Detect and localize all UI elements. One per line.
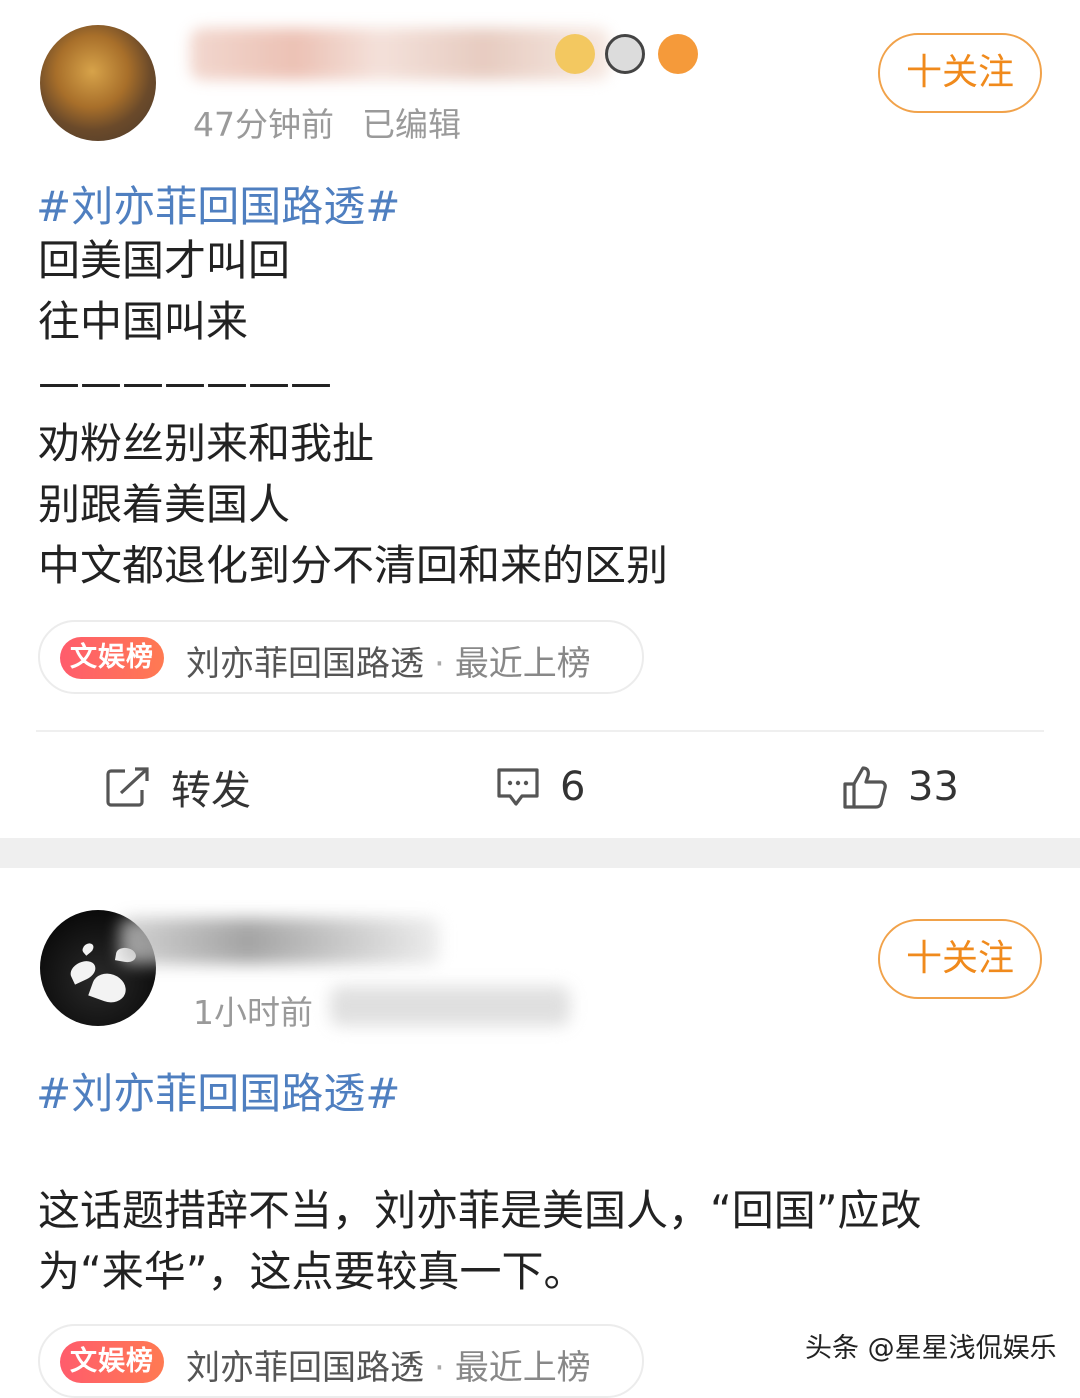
body-line: 往中国叫来 (38, 297, 249, 346)
repost-icon (106, 767, 149, 807)
like-button[interactable]: 33 (842, 762, 959, 812)
username-blurred[interactable] (120, 918, 440, 964)
panda-icon (605, 34, 645, 74)
post-body: 这话题措辞不当，刘亦菲是美国人，“回国”应改 为“来华”，这点要较真一下。 (38, 1180, 922, 1302)
comment-button[interactable]: 6 (496, 762, 585, 812)
tag-separator: · (434, 1348, 445, 1388)
post-meta: 47分钟前 已编辑 (193, 98, 461, 146)
follow-button[interactable]: 十关注 (878, 33, 1042, 113)
topic-hashtag[interactable]: #刘亦菲回国路透# (36, 1060, 400, 1121)
hot-list-tag[interactable]: 文娱榜 刘亦菲回国路透 · 最近上榜 (38, 620, 644, 694)
tag-topic-name: 刘亦菲回国路透 (186, 644, 424, 684)
tag-status: 最近上榜 (454, 644, 591, 684)
comment-icon (497, 768, 539, 806)
follow-button[interactable]: 十关注 (878, 919, 1042, 999)
list-badge: 文娱榜 (60, 637, 164, 679)
repost-button[interactable]: 转发 (105, 762, 251, 814)
username-blurred[interactable] (190, 28, 610, 80)
post-card-1: 47分钟前 已编辑 十关注 #刘亦菲回国路透# 回美国才叫回 往中国叫来 ————… (0, 0, 1080, 838)
body-line: 为“来华”，这点要较真一下。 (38, 1247, 586, 1296)
tag-text: 刘亦菲回国路透 · 最近上榜 (186, 636, 591, 685)
feather-icon (88, 969, 130, 1007)
repost-label: 转发 (171, 768, 251, 814)
tag-topic-name: 刘亦菲回国路透 (186, 1348, 424, 1388)
tag-separator: · (434, 644, 445, 684)
post-time: 1小时前 (193, 993, 313, 1032)
feed-separator (0, 838, 1080, 868)
body-line: ——————— (38, 358, 332, 407)
tag-status: 最近上榜 (454, 1348, 591, 1388)
body-line: 回美国才叫回 (38, 236, 291, 285)
list-badge: 文娱榜 (60, 1341, 164, 1383)
avatar[interactable] (40, 25, 156, 141)
post-body: 回美国才叫回 往中国叫来 ——————— 劝粉丝别来和我扯 别跟着美国人 中文都… (38, 230, 668, 596)
body-line: 中文都退化到分不清回和来的区别 (38, 541, 669, 590)
watermark: 头条 @星星浅侃娱乐 (805, 1333, 1057, 1364)
fish-icon (658, 34, 698, 74)
body-line: 劝粉丝别来和我扯 (38, 419, 375, 468)
comment-count: 6 (560, 764, 586, 810)
edited-label: 已编辑 (362, 105, 461, 144)
topic-hashtag[interactable]: #刘亦菲回国路透# (36, 173, 400, 234)
hot-list-tag[interactable]: 文娱榜 刘亦菲回国路透 · 最近上榜 (38, 1324, 644, 1398)
body-line: 别跟着美国人 (38, 480, 291, 529)
post-time: 47分钟前 (193, 105, 334, 144)
like-icon (843, 766, 887, 809)
like-count: 33 (908, 764, 959, 810)
emoji-icon (555, 34, 595, 74)
feather-icon (80, 941, 96, 956)
body-line: 这话题措辞不当，刘亦菲是美国人，“回国”应改 (38, 1186, 922, 1235)
divider (36, 730, 1044, 732)
tag-text: 刘亦菲回国路透 · 最近上榜 (186, 1340, 591, 1389)
source-blurred (330, 986, 570, 1026)
